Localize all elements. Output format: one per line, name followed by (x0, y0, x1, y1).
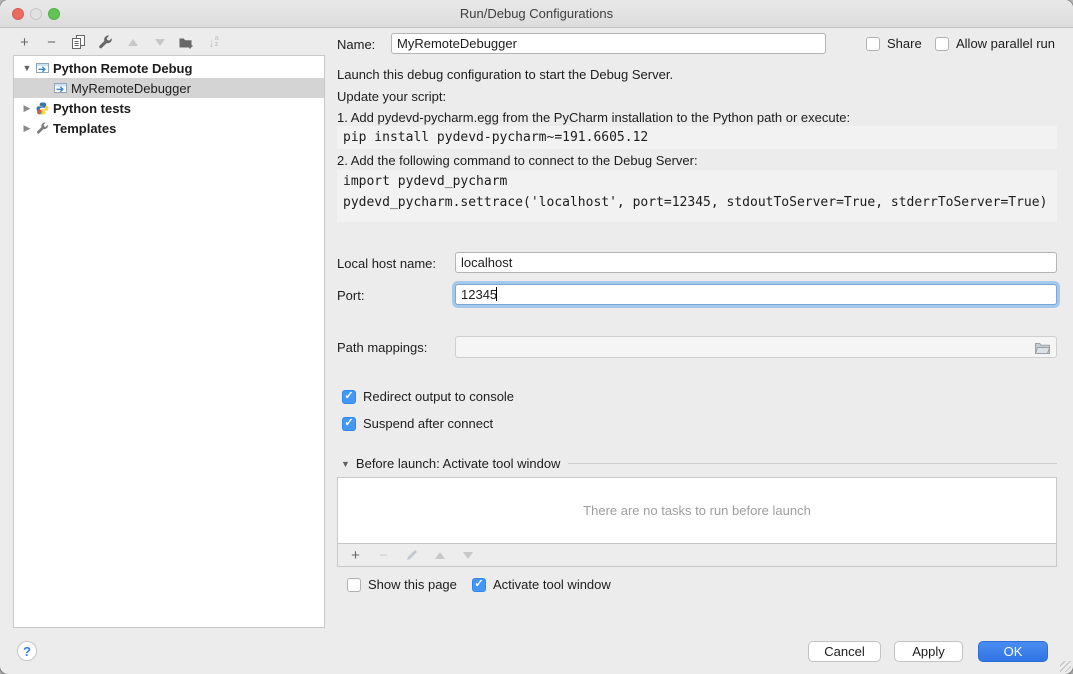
before-launch-header[interactable]: ▼ Before launch: Activate tool window (341, 456, 1057, 471)
tree-item-label: Python Remote Debug (53, 61, 192, 76)
suspend-after-connect-label: Suspend after connect (363, 416, 493, 431)
move-down-button[interactable] (151, 34, 168, 51)
sort-alphabetically-icon: ↓az (208, 35, 218, 50)
share-label: Share (887, 36, 922, 51)
move-task-down-icon (463, 552, 473, 559)
tree-item-myremotedebugger[interactable]: MyRemoteDebugger (14, 78, 324, 98)
move-down-icon (155, 39, 165, 46)
cancel-button[interactable]: Cancel (808, 641, 881, 662)
settrace-code-line-1: import pydevd_pycharm (343, 174, 507, 189)
chevron-expanded-icon[interactable]: ▼ (22, 63, 32, 73)
chevron-collapsed-icon[interactable]: ▶ (22, 123, 32, 134)
share-checkbox-row: Share (866, 36, 922, 51)
instruction-line-1: Launch this debug configuration to start… (337, 67, 673, 82)
settrace-code: import pydevd_pycharm pydevd_pycharm.set… (337, 170, 1057, 222)
instruction-step-1: 1. Add pydevd-pycharm.egg from the PyCha… (337, 110, 850, 125)
text-caret (496, 287, 497, 301)
edit-templates-button[interactable] (97, 34, 114, 51)
configurations-tree: ▼ Python Remote Debug MyRemoteDebugger (13, 55, 325, 628)
question-mark-icon: ? (23, 644, 31, 659)
new-folder-icon (179, 36, 194, 49)
wrench-icon (98, 35, 113, 50)
remove-task-icon: − (379, 548, 388, 563)
remove-configuration-button[interactable]: − (43, 34, 60, 51)
redirect-output-label: Redirect output to console (363, 389, 514, 404)
move-up-icon (128, 39, 138, 46)
resize-grip[interactable] (1060, 661, 1071, 672)
add-icon: + (20, 35, 29, 50)
name-input[interactable] (391, 33, 826, 54)
tree-item-label: Templates (53, 121, 116, 136)
window-title: Run/Debug Configurations (0, 6, 1073, 21)
move-task-down-button[interactable] (459, 547, 476, 564)
templates-wrench-icon (35, 121, 49, 135)
sort-configurations-button[interactable]: ↓az (205, 34, 222, 51)
new-folder-button[interactable] (178, 34, 195, 51)
empty-task-list-text: There are no tasks to run before launch (583, 503, 811, 518)
before-launch-task-list[interactable]: There are no tasks to run before launch (337, 477, 1057, 544)
apply-button[interactable]: Apply (894, 641, 963, 662)
name-label: Name: (337, 37, 375, 52)
settrace-code-line-2: pydevd_pycharm.settrace('localhost', por… (343, 195, 1047, 210)
title-bar: Run/Debug Configurations (0, 0, 1073, 28)
add-task-button[interactable]: + (347, 547, 364, 564)
browse-folder-icon[interactable] (1035, 342, 1050, 354)
run-debug-configurations-dialog: Run/Debug Configurations + − (0, 0, 1073, 674)
ok-button[interactable]: OK (978, 641, 1048, 662)
chevron-expanded-icon[interactable]: ▼ (341, 459, 350, 469)
tree-item-python-tests[interactable]: ▶ Python tests (14, 98, 324, 118)
edit-task-icon (406, 549, 418, 561)
copy-icon (72, 35, 85, 49)
path-mappings-input[interactable] (455, 336, 1057, 358)
move-task-up-button[interactable] (431, 547, 448, 564)
instruction-step-2: 2. Add the following command to connect … (337, 153, 698, 168)
redirect-output-row: Redirect output to console (342, 389, 514, 404)
tree-item-label: Python tests (53, 101, 131, 116)
tree-item-label: MyRemoteDebugger (71, 81, 191, 96)
add-configuration-button[interactable]: + (16, 34, 33, 51)
remove-task-button[interactable]: − (375, 547, 392, 564)
local-host-name-input[interactable] (455, 252, 1057, 273)
remote-debug-config-icon (53, 81, 67, 95)
share-checkbox[interactable] (866, 37, 880, 51)
suspend-after-connect-checkbox[interactable] (342, 417, 356, 431)
redirect-output-checkbox[interactable] (342, 390, 356, 404)
edit-task-button[interactable] (403, 547, 420, 564)
copy-configuration-button[interactable] (70, 34, 87, 51)
path-mappings-label: Path mappings: (337, 340, 427, 355)
instruction-line-2: Update your script: (337, 89, 446, 104)
remote-debug-config-icon (35, 61, 49, 75)
port-label: Port: (337, 288, 364, 303)
help-button[interactable]: ? (17, 641, 37, 661)
tree-item-templates[interactable]: ▶ Templates (14, 118, 324, 138)
move-task-up-icon (435, 552, 445, 559)
allow-parallel-run-checkbox[interactable] (935, 37, 949, 51)
suspend-after-connect-row: Suspend after connect (342, 416, 493, 431)
chevron-collapsed-icon[interactable]: ▶ (22, 103, 32, 114)
add-task-icon: + (351, 548, 360, 563)
remove-icon: − (47, 35, 56, 50)
move-up-button[interactable] (124, 34, 141, 51)
before-launch-toolbar: + − (337, 543, 1057, 567)
configurations-toolbar: + − ↓az (16, 30, 222, 54)
before-launch-label: Before launch: Activate tool window (356, 456, 561, 471)
activate-tool-window-checkbox[interactable] (472, 578, 486, 592)
python-tests-icon (35, 101, 49, 115)
allow-parallel-checkbox-row: Allow parallel run (935, 36, 1055, 51)
allow-parallel-run-label: Allow parallel run (956, 36, 1055, 51)
pip-install-code: pip install pydevd-pycharm~=191.6605.12 (337, 126, 1057, 149)
activate-tool-window-label: Activate tool window (493, 577, 611, 592)
show-this-page-label: Show this page (368, 577, 457, 592)
port-input-wrapper (455, 284, 1057, 305)
port-input[interactable] (455, 284, 1057, 305)
local-host-name-label: Local host name: (337, 256, 436, 271)
activate-tool-window-row: Activate tool window (472, 577, 611, 592)
header-separator (568, 463, 1057, 464)
tree-item-python-remote-debug[interactable]: ▼ Python Remote Debug (14, 58, 324, 78)
show-this-page-checkbox[interactable] (347, 578, 361, 592)
show-this-page-row: Show this page (347, 577, 457, 592)
